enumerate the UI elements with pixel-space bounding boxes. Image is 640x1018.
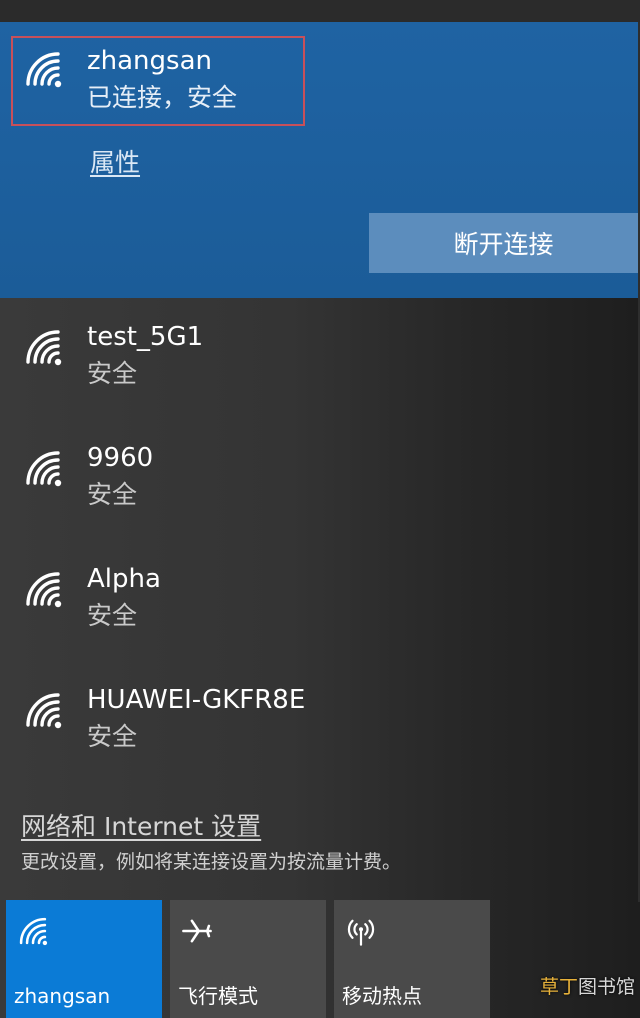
wifi-icon — [26, 451, 62, 487]
quick-action-mobile-hotspot[interactable]: 移动热点 — [334, 900, 490, 1018]
quick-action-wifi[interactable]: zhangsan — [6, 900, 162, 1018]
network-list-item[interactable]: test_5G1 安全 — [0, 300, 638, 410]
network-list-item[interactable]: 9960 安全 — [0, 421, 638, 531]
quick-action-label: 飞行模式 — [178, 984, 258, 1008]
network-status: 安全 — [87, 359, 138, 388]
network-list-item[interactable]: Alpha 安全 — [0, 542, 638, 652]
hotspot-icon — [347, 919, 375, 946]
wifi-icon — [26, 330, 62, 366]
network-name: HUAWEI-GKFR8E — [87, 685, 306, 715]
wifi-icon — [26, 52, 62, 88]
wifi-icon — [26, 693, 62, 729]
network-status: 安全 — [87, 722, 138, 751]
quick-action-airplane-mode[interactable]: 飞行模式 — [170, 900, 326, 1018]
disconnect-button[interactable]: 断开连接 — [369, 213, 638, 273]
network-status: 安全 — [87, 601, 138, 630]
quick-action-label: 移动热点 — [342, 984, 422, 1008]
top-strip — [0, 0, 640, 22]
watermark: 草丁图书馆 — [540, 976, 636, 998]
network-status: 安全 — [87, 480, 138, 509]
network-name: Alpha — [87, 564, 161, 594]
properties-link[interactable]: 属性 — [90, 150, 140, 175]
quick-action-label: zhangsan — [14, 984, 111, 1008]
connected-network-panel[interactable]: zhangsan 已连接，安全 属性 断开连接 — [0, 22, 638, 298]
airplane-icon — [182, 919, 212, 943]
network-list-item[interactable]: HUAWEI-GKFR8E 安全 — [0, 663, 638, 773]
wifi-icon — [19, 917, 48, 946]
network-name: 9960 — [87, 443, 154, 473]
connected-network-status: 已连接，安全 — [87, 83, 238, 112]
connected-network-name: zhangsan — [87, 46, 212, 76]
wifi-icon — [26, 572, 62, 608]
network-settings-description: 更改设置，例如将某连接设置为按流量计费。 — [21, 851, 402, 873]
network-name: test_5G1 — [87, 322, 204, 352]
network-settings-link[interactable]: 网络和 Internet 设置 — [21, 814, 261, 839]
